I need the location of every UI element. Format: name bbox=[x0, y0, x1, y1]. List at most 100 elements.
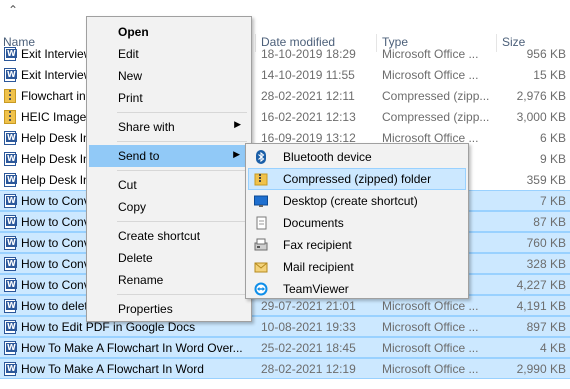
menu-item-edit[interactable]: Edit bbox=[89, 43, 249, 65]
menu-item-delete[interactable]: Delete bbox=[89, 247, 249, 269]
file-size: 15 KB bbox=[533, 68, 566, 82]
mail-icon bbox=[254, 262, 268, 273]
menu-item-copy[interactable]: Copy bbox=[89, 196, 249, 218]
word-doc-icon bbox=[4, 278, 17, 292]
menu-item-label: Properties bbox=[118, 302, 173, 316]
file-type: Microsoft Office ... bbox=[382, 68, 479, 82]
word-doc-icon bbox=[4, 320, 17, 334]
send-to-submenu: Bluetooth device Compressed (zipped) fol… bbox=[245, 143, 469, 299]
menu-item-share-with[interactable]: Share with ▶ bbox=[89, 116, 249, 138]
submenu-arrow-icon: ▶ bbox=[233, 150, 240, 160]
file-size: 4 KB bbox=[539, 341, 566, 355]
file-type: Microsoft Office ... bbox=[382, 362, 479, 376]
word-doc-icon bbox=[4, 68, 17, 82]
menu-item-send-to[interactable]: Send to ▶ bbox=[89, 145, 249, 167]
file-size: 956 KB bbox=[526, 47, 566, 61]
word-doc-icon bbox=[4, 152, 17, 166]
word-doc-icon bbox=[4, 236, 17, 250]
send-to-fax-recipient[interactable]: Fax recipient bbox=[248, 234, 466, 256]
submenu-arrow-icon: ▶ bbox=[234, 120, 241, 130]
context-menu: Open Edit New Print Share with ▶ Send to… bbox=[86, 16, 252, 322]
menu-item-label: Edit bbox=[118, 47, 139, 61]
file-size: 2,976 KB bbox=[516, 89, 566, 103]
submenu-item-label: Compressed (zipped) folder bbox=[283, 172, 432, 186]
menu-separator bbox=[117, 221, 247, 222]
menu-item-cut[interactable]: Cut bbox=[89, 174, 249, 196]
word-doc-icon bbox=[4, 257, 17, 271]
file-size: 4,227 KB bbox=[516, 278, 566, 292]
file-size: 328 KB bbox=[526, 257, 566, 271]
fax-icon bbox=[254, 238, 268, 251]
file-row[interactable]: How To Make A Flowchart In Word Over... 2… bbox=[0, 337, 570, 358]
menu-separator bbox=[117, 141, 247, 142]
file-row[interactable]: How To Make A Flowchart In Word 28-02-202… bbox=[0, 358, 570, 379]
documents-icon bbox=[256, 216, 267, 230]
menu-item-label: Share with bbox=[118, 120, 175, 134]
menu-item-label: Copy bbox=[118, 200, 147, 214]
word-doc-icon bbox=[4, 341, 17, 355]
menu-item-label: Open bbox=[118, 25, 149, 39]
menu-item-label: Send to bbox=[118, 149, 160, 163]
file-date-modified: 29-07-2021 21:01 bbox=[261, 299, 356, 313]
file-size: 87 KB bbox=[533, 215, 566, 229]
word-doc-icon bbox=[4, 131, 17, 145]
file-name: How To Make A Flowchart In Word bbox=[21, 362, 204, 376]
file-size: 4,191 KB bbox=[516, 299, 566, 313]
menu-item-label: Create shortcut bbox=[118, 229, 201, 243]
file-date-modified: 18-10-2019 18:29 bbox=[261, 47, 356, 61]
file-date-modified: 14-10-2019 11:55 bbox=[261, 68, 355, 82]
submenu-item-label: Desktop (create shortcut) bbox=[283, 194, 418, 208]
send-to-desktop[interactable]: Desktop (create shortcut) bbox=[248, 190, 466, 212]
zip-folder-icon bbox=[254, 173, 268, 186]
file-size: 3,000 KB bbox=[516, 110, 566, 124]
menu-item-print[interactable]: Print bbox=[89, 87, 249, 109]
menu-item-open[interactable]: Open bbox=[89, 21, 249, 43]
file-date-modified: 28-02-2021 12:11 bbox=[261, 89, 355, 103]
file-date-modified: 16-02-2021 12:13 bbox=[261, 110, 356, 124]
file-size: 9 KB bbox=[539, 152, 566, 166]
send-to-mail-recipient[interactable]: Mail recipient bbox=[248, 256, 466, 278]
menu-item-new[interactable]: New bbox=[89, 65, 249, 87]
file-type: Microsoft Office ... bbox=[382, 341, 479, 355]
bluetooth-icon bbox=[256, 150, 266, 164]
menu-item-properties[interactable]: Properties bbox=[89, 298, 249, 320]
submenu-item-label: Fax recipient bbox=[283, 238, 352, 252]
file-size: 2,990 KB bbox=[516, 362, 566, 376]
file-name: How to Edit PDF in Google Docs bbox=[21, 320, 196, 334]
send-to-teamviewer[interactable]: TeamViewer bbox=[248, 278, 466, 300]
file-date-modified: 25-02-2021 18:45 bbox=[261, 341, 356, 355]
send-to-bluetooth-device[interactable]: Bluetooth device bbox=[248, 146, 466, 168]
file-date-modified: 28-02-2021 12:19 bbox=[261, 362, 356, 376]
file-date-modified: 10-08-2021 19:33 bbox=[261, 320, 356, 334]
menu-separator bbox=[117, 294, 247, 295]
file-size: 897 KB bbox=[526, 320, 566, 334]
menu-item-label: Cut bbox=[118, 178, 137, 192]
menu-item-label: Print bbox=[118, 91, 143, 105]
file-size: 760 KB bbox=[526, 236, 566, 250]
menu-item-label: New bbox=[118, 69, 143, 83]
collapse-chevron-icon[interactable]: ⌃ bbox=[8, 3, 18, 17]
word-doc-icon bbox=[4, 215, 17, 229]
menu-item-create-shortcut[interactable]: Create shortcut bbox=[89, 225, 249, 247]
file-name: How To Make A Flowchart In Word Over... bbox=[21, 341, 243, 355]
submenu-item-label: Mail recipient bbox=[283, 260, 354, 274]
file-size: 6 KB bbox=[539, 131, 566, 145]
send-to-documents[interactable]: Documents bbox=[248, 212, 466, 234]
file-size: 359 KB bbox=[526, 173, 566, 187]
desktop-icon bbox=[254, 195, 268, 207]
menu-item-rename[interactable]: Rename bbox=[89, 269, 249, 291]
menu-separator bbox=[117, 112, 247, 113]
word-doc-icon bbox=[4, 299, 17, 313]
submenu-item-label: TeamViewer bbox=[283, 282, 349, 296]
submenu-item-label: Bluetooth device bbox=[283, 150, 372, 164]
word-doc-icon bbox=[4, 173, 17, 187]
file-size: 7 KB bbox=[539, 194, 566, 208]
file-name: HEIC Images bbox=[21, 110, 93, 124]
submenu-item-label: Documents bbox=[283, 216, 344, 230]
word-doc-icon bbox=[4, 362, 17, 376]
teamviewer-icon bbox=[254, 282, 268, 296]
file-type: Microsoft Office ... bbox=[382, 320, 479, 334]
file-type: Microsoft Office ... bbox=[382, 299, 479, 313]
send-to-compressed-zipped-folder[interactable]: Compressed (zipped) folder bbox=[248, 168, 466, 190]
zip-folder-icon bbox=[4, 89, 16, 103]
